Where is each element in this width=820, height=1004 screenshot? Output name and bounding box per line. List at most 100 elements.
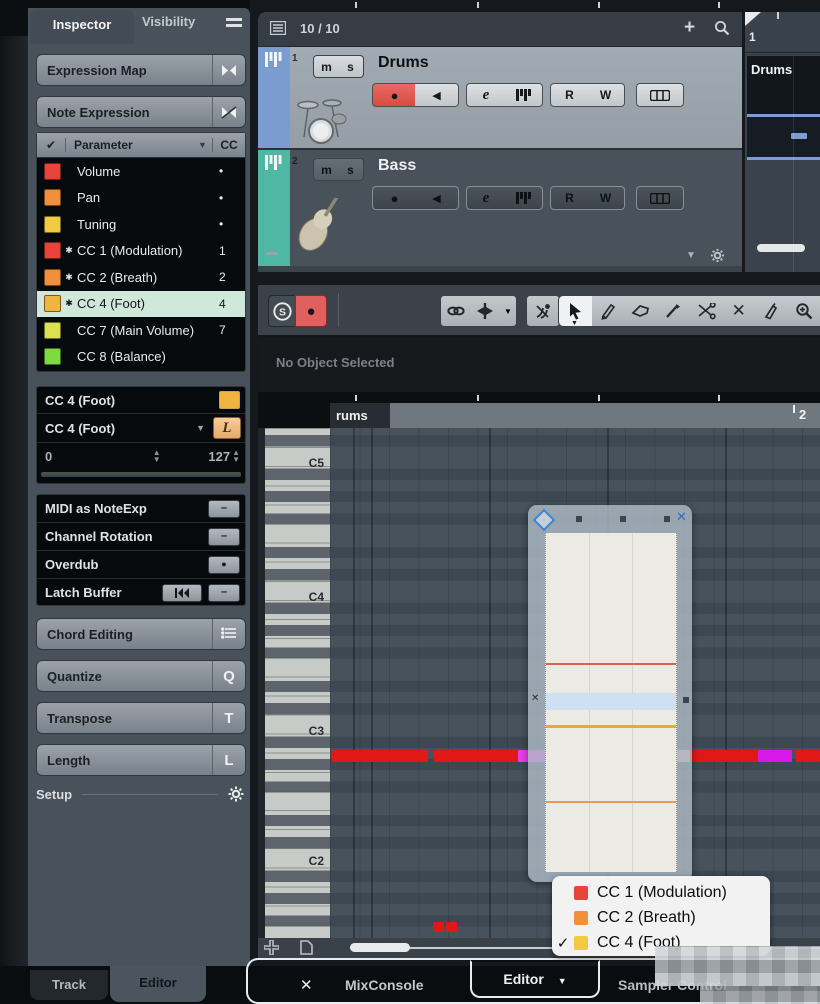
tab-track[interactable]: Track	[30, 970, 108, 1000]
glue-tool[interactable]	[755, 296, 788, 326]
select-tool[interactable]: ▼	[559, 296, 592, 326]
midi-note[interactable]	[332, 750, 428, 762]
edit-instrument-button[interactable]: e	[466, 186, 506, 210]
midi-note[interactable]	[433, 922, 444, 932]
minimize-icon[interactable]	[266, 252, 278, 255]
record-enable-button[interactable]: ●	[372, 186, 417, 210]
popup-handle[interactable]	[664, 516, 670, 522]
popup-handle[interactable]	[620, 516, 626, 522]
expand-icon[interactable]: ▼	[686, 250, 696, 261]
pencil-tool[interactable]	[592, 296, 625, 326]
range-max-value[interactable]: 127	[208, 449, 230, 464]
popup-curve-area[interactable]	[545, 533, 677, 872]
overview-scrollbar[interactable]	[757, 244, 805, 252]
overview-part-drums[interactable]: Drums	[747, 56, 820, 117]
legend-item-cc2[interactable]: CC 2 (Breath)	[552, 905, 770, 930]
track-list-icon[interactable]	[270, 21, 286, 35]
link-editors-button[interactable]	[440, 295, 472, 327]
expression-map-button[interactable]: Expression Map	[36, 54, 246, 86]
lanes-icon[interactable]	[636, 83, 684, 107]
max-spinner[interactable]: ▲▼	[232, 449, 240, 463]
param-row-cc1[interactable]: ✱ CC 1 (Modulation) 1	[37, 238, 245, 265]
popup-left-handle-icon[interactable]: ✕	[531, 693, 539, 704]
midi-note-selected[interactable]	[758, 750, 792, 762]
inspector-menu-icon[interactable]	[226, 18, 242, 30]
channel-rotation-toggle[interactable]: –	[208, 528, 240, 546]
solo-button[interactable]: s	[338, 158, 364, 181]
quantize-button[interactable]: Quantize Q	[36, 660, 246, 692]
track-name[interactable]: Bass	[378, 157, 416, 175]
cc4-color-button[interactable]	[219, 391, 240, 409]
tab-visibility[interactable]: Visibility	[142, 14, 195, 29]
eraser-tool[interactable]	[624, 296, 657, 326]
param-row-tuning[interactable]: Tuning •	[37, 211, 245, 238]
monitor-button[interactable]: ◀	[415, 186, 459, 210]
note-expression-popup[interactable]: ✕ ✕	[528, 505, 692, 882]
acoustic-feedback-button[interactable]	[526, 295, 560, 327]
add-controller-lane-icon[interactable]	[264, 940, 279, 955]
param-row-cc2[interactable]: ✱ CC 2 (Breath) 2	[37, 264, 245, 291]
track-row-bass[interactable]: 2 m s Bass ● ◀ e R w	[258, 150, 742, 266]
latch-buffer-toggle[interactable]: –	[208, 584, 240, 602]
mute-button[interactable]: m	[313, 158, 340, 181]
tab-mixconsole[interactable]: MixConsole	[345, 977, 424, 993]
record-enable-button[interactable]: ●	[372, 83, 417, 107]
instrument-icon[interactable]	[504, 83, 543, 107]
page-icon[interactable]	[300, 940, 313, 955]
popup-handle[interactable]	[576, 516, 582, 522]
close-lower-zone-icon[interactable]: ✕	[300, 976, 313, 994]
line-tool[interactable]	[657, 296, 690, 326]
tab-editor-lowerzone[interactable]: Editor ▼	[470, 960, 600, 998]
scissors-tool[interactable]	[690, 296, 723, 326]
cc4-curve-line[interactable]	[546, 725, 676, 728]
solo-editor-button[interactable]: S	[268, 295, 296, 327]
cc1-curve-line[interactable]	[546, 663, 676, 665]
cc2-curve-line[interactable]	[546, 801, 676, 803]
editor-ruler[interactable]	[330, 403, 820, 428]
cc4-select-row[interactable]: CC 4 (Foot) ▼ L	[37, 414, 245, 443]
lanes-icon[interactable]	[636, 186, 684, 210]
read-automation-button[interactable]: R	[550, 83, 589, 107]
param-row-volume[interactable]: Volume •	[37, 158, 245, 185]
midi-as-noteexp-toggle[interactable]: –	[208, 500, 240, 518]
track-gear-icon[interactable]	[710, 248, 725, 263]
legend-item-cc1[interactable]: CC 1 (Modulation)	[552, 880, 770, 905]
overview-part-bass[interactable]	[747, 117, 820, 160]
length-button[interactable]: Length L	[36, 744, 246, 776]
tab-editor-bottom[interactable]: Editor	[110, 966, 206, 1002]
write-automation-button[interactable]: w	[587, 83, 625, 107]
range-min-value[interactable]: 0	[37, 449, 105, 464]
zoom-tool[interactable]	[788, 296, 820, 326]
mute-tool[interactable]: ✕	[722, 296, 755, 326]
popup-right-handle[interactable]	[683, 697, 689, 703]
chord-editing-button[interactable]: Chord Editing	[36, 618, 246, 650]
mute-button[interactable]: m	[313, 55, 340, 78]
edit-instrument-button[interactable]: e	[466, 83, 506, 107]
popup-diamond-handle[interactable]	[533, 509, 556, 532]
note-expression-button[interactable]: Note Expression	[36, 96, 246, 128]
midi-note[interactable]	[434, 750, 518, 762]
record-editor-button[interactable]: ●	[295, 295, 327, 327]
write-automation-button[interactable]: w	[587, 186, 625, 210]
popup-close-icon[interactable]: ✕	[676, 509, 687, 525]
param-row-pan[interactable]: Pan •	[37, 185, 245, 212]
instrument-icon[interactable]	[504, 186, 543, 210]
latch-button[interactable]: L	[213, 417, 241, 439]
cc4-slider[interactable]	[41, 472, 241, 477]
solo-button[interactable]: s	[338, 55, 364, 78]
piano-keyboard[interactable]: C5 C4 C3 C2	[265, 428, 330, 938]
horizontal-scrollbar[interactable]	[350, 943, 410, 952]
monitor-button[interactable]: ◀	[415, 83, 459, 107]
autoscroll-dropdown[interactable]: ▼	[500, 295, 517, 327]
autoscroll-button[interactable]	[470, 295, 501, 327]
mid-spinner[interactable]: ▲▼	[105, 449, 208, 463]
midi-note[interactable]	[690, 750, 758, 762]
track-name[interactable]: Drums	[378, 54, 429, 72]
part-name-tag[interactable]: rums	[330, 403, 390, 428]
midi-note[interactable]	[446, 922, 457, 932]
gear-icon[interactable]	[228, 786, 244, 802]
tab-inspector[interactable]: Inspector	[30, 10, 134, 44]
param-row-cc4-selected[interactable]: ✱ CC 4 (Foot) 4	[37, 291, 245, 318]
transpose-button[interactable]: Transpose T	[36, 702, 246, 734]
param-row-cc8[interactable]: CC 8 (Balance)	[37, 344, 245, 371]
